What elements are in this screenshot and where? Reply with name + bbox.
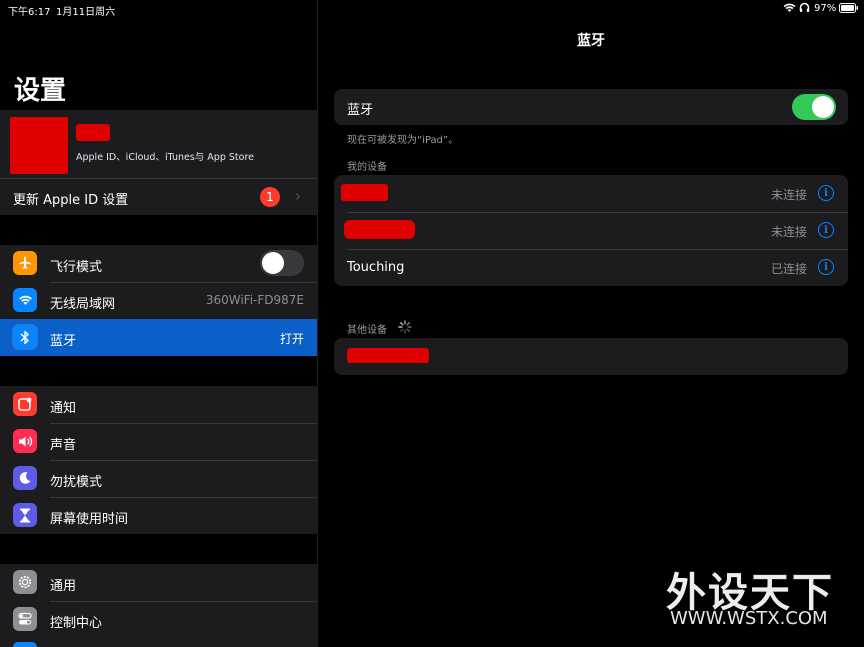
sidebar-item-general[interactable]: 通用	[0, 564, 317, 601]
sidebar-item-screen-time[interactable]: 屏幕使用时间	[0, 497, 317, 534]
loading-spinner-icon	[398, 319, 412, 338]
switches-icon	[13, 607, 37, 631]
sidebar-item-label: 通用	[50, 579, 77, 594]
bluetooth-row-label: 蓝牙	[347, 103, 374, 118]
info-icon[interactable]: i	[818, 185, 834, 201]
device-row[interactable]: Touching 已连接 i	[334, 249, 848, 286]
nav-title: 蓝牙	[577, 33, 605, 49]
notifications-icon	[13, 392, 37, 416]
sidebar-item-bluetooth[interactable]: 蓝牙 打开	[0, 319, 317, 356]
bluetooth-toggle[interactable]	[792, 94, 836, 120]
avatar	[10, 117, 68, 174]
device-row[interactable]: 未连接 i	[334, 212, 848, 249]
my-devices-header: 我的设备	[347, 162, 387, 173]
update-apple-id-label: 更新 Apple ID 设置	[13, 193, 129, 208]
watermark-url: WWW.WSTX.COM	[670, 608, 828, 629]
my-devices-list: 未连接 i 未连接 i Touching 已连接 i	[334, 175, 848, 286]
other-device-row[interactable]	[334, 338, 848, 375]
sidebar-item-sounds[interactable]: 声音	[0, 423, 317, 460]
profile-name-redacted	[76, 124, 110, 141]
update-apple-id-row[interactable]: 更新 Apple ID 设置 1 ›	[0, 179, 317, 215]
device-status: 未连接	[771, 188, 808, 202]
moon-icon	[13, 466, 37, 490]
sidebar-item-label: 勿扰模式	[50, 475, 103, 490]
sidebar-item-control-center[interactable]: 控制中心	[0, 601, 317, 638]
sidebar-item-label: 飞行模式	[50, 260, 103, 275]
profile-subtitle: Apple ID、iCloud、iTunes与 App Store	[76, 152, 254, 163]
device-name-redacted	[347, 348, 429, 363]
sidebar-title: 设置	[14, 76, 67, 106]
device-name: Touching	[347, 260, 405, 275]
gear-icon	[13, 570, 37, 594]
next-item-icon	[13, 642, 37, 647]
sound-icon	[13, 429, 37, 453]
bluetooth-toggle-row[interactable]: 蓝牙	[334, 89, 848, 125]
bluetooth-detail-pane: 蓝牙 蓝牙 现在可被发现为“iPad”。 我的设备 未连接 i 未连接 i To…	[318, 0, 864, 647]
sidebar-item-label: 控制中心	[50, 616, 103, 631]
sidebar-item-wifi[interactable]: 无线局域网 360WiFi-FD987E	[0, 282, 317, 319]
bluetooth-value: 打开	[279, 332, 304, 346]
info-icon[interactable]: i	[818, 222, 834, 238]
info-icon[interactable]: i	[818, 259, 834, 275]
chevron-right-icon: ›	[295, 187, 301, 205]
sidebar-item-notifications[interactable]: 通知	[0, 386, 317, 423]
bluetooth-icon	[13, 325, 37, 349]
airplane-mode-toggle[interactable]	[260, 250, 304, 276]
wifi-network-value: 360WiFi-FD987E	[205, 293, 304, 307]
sidebar-item-label: 无线局域网	[50, 297, 116, 312]
device-name-redacted	[341, 184, 388, 201]
wifi-icon	[13, 288, 37, 312]
sidebar-item-airplane-mode[interactable]: 飞行模式	[0, 245, 317, 282]
device-status: 已连接	[771, 262, 808, 276]
sidebar-item-label: 通知	[50, 401, 77, 416]
sidebar-item-label: 屏幕使用时间	[50, 512, 129, 527]
other-devices-header: 其他设备	[347, 325, 387, 336]
notification-badge: 1	[260, 187, 280, 207]
settings-sidebar: 设置 Apple ID、iCloud、iTunes与 App Store 更新 …	[0, 0, 317, 647]
apple-id-profile-row[interactable]: Apple ID、iCloud、iTunes与 App Store	[0, 110, 317, 178]
device-row[interactable]: 未连接 i	[334, 175, 848, 212]
device-status: 未连接	[771, 225, 808, 239]
device-name-redacted	[344, 220, 415, 239]
sidebar-item-do-not-disturb[interactable]: 勿扰模式	[0, 460, 317, 497]
sidebar-item-label: 蓝牙	[50, 334, 77, 349]
hourglass-icon	[13, 503, 37, 527]
airplane-icon	[13, 251, 37, 275]
discoverable-note: 现在可被发现为“iPad”。	[347, 135, 459, 146]
sidebar-item-label: 声音	[50, 438, 77, 453]
